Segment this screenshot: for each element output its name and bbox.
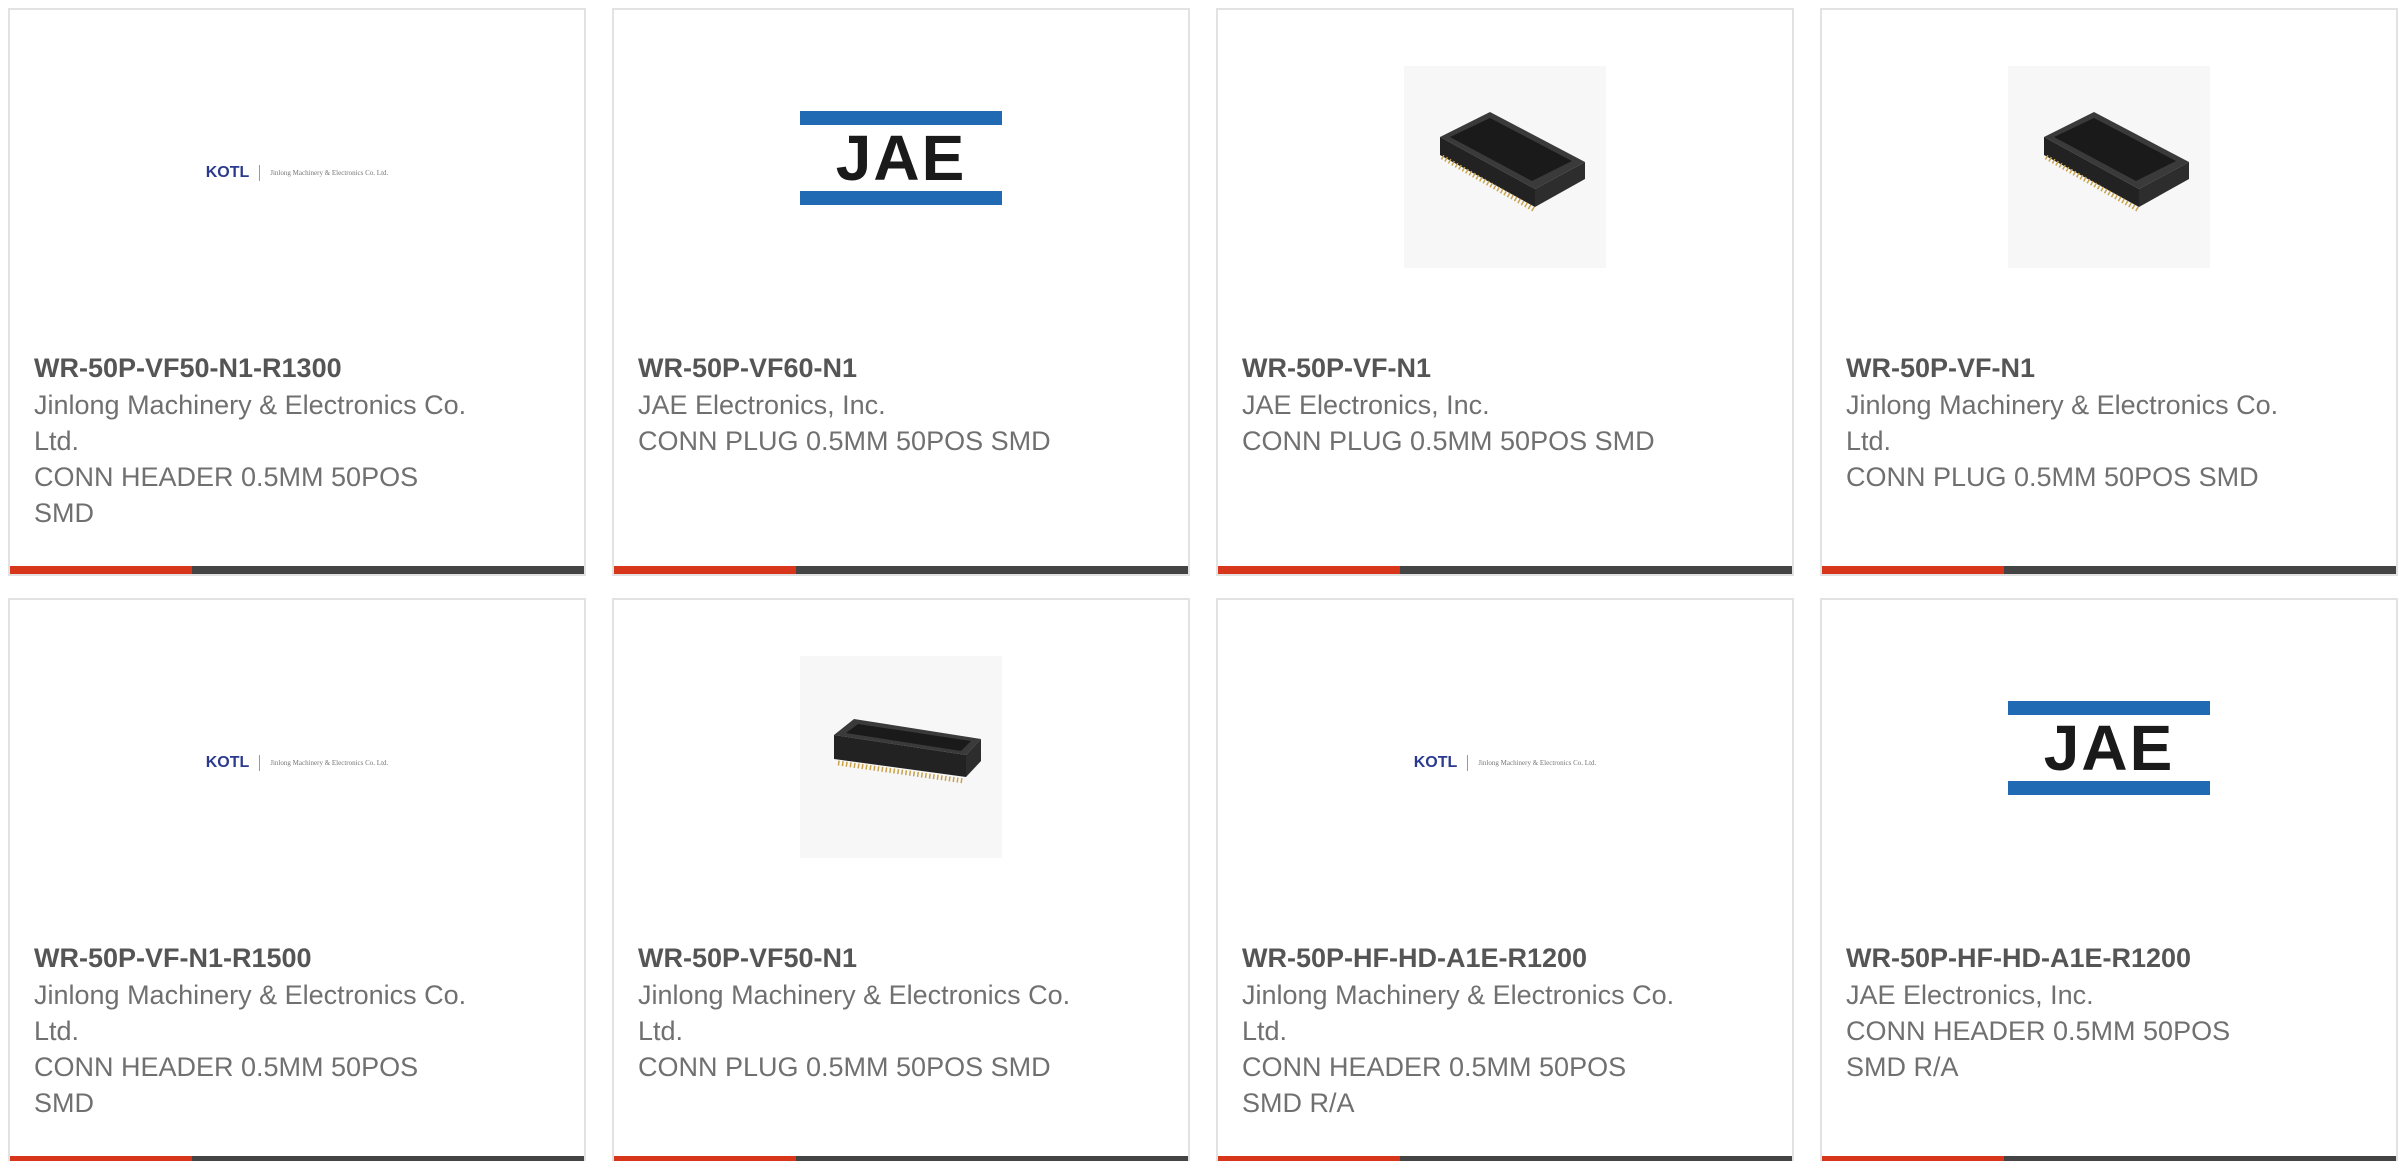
product-description: CONN HEADER 0.5MM 50POS SMD: [34, 462, 419, 528]
manufacturer-name: Jinlong Machinery & Electronics Co. Ltd.: [34, 390, 467, 456]
product-card[interactable]: WR-50P-VF-N1 Jinlong Machinery & Electro…: [1820, 8, 2398, 576]
product-card[interactable]: JAE WR-50P-VF60-N1 JAE Electronics, Inc.…: [612, 8, 1190, 576]
kotl-logo: KOTL Jinlong Machinery & Electronics Co.…: [1413, 754, 1597, 772]
product-info: WR-50P-VF50-N1 Jinlong Machinery & Elect…: [638, 940, 1078, 1085]
manufacturer-name: JAE Electronics, Inc.: [638, 390, 886, 420]
connector-photo: [800, 656, 1002, 858]
jae-logo: JAE: [2008, 701, 2210, 795]
manufacturer-name: JAE Electronics, Inc.: [1242, 390, 1490, 420]
connector-icon: [834, 719, 981, 784]
kotl-logo-name: Jinlong Machinery & Electronics Co. Ltd.: [270, 169, 389, 177]
product-grid: KOTL Jinlong Machinery & Electronics Co.…: [0, 0, 2400, 1161]
product-info: WR-50P-HF-HD-A1E-R1200 JAE Electronics, …: [1846, 940, 2286, 1085]
manufacturer-name: JAE Electronics, Inc.: [1846, 980, 2094, 1010]
part-number-link[interactable]: WR-50P-VF50-N1-R1300: [34, 350, 474, 387]
product-info: WR-50P-HF-HD-A1E-R1200 Jinlong Machinery…: [1242, 940, 1682, 1121]
kotl-logo-name: Jinlong Machinery & Electronics Co. Ltd.: [1478, 759, 1597, 767]
product-card[interactable]: WR-50P-VF-N1 JAE Electronics, Inc. CONN …: [1216, 8, 1794, 576]
connector-icon: [2044, 112, 2189, 213]
product-card[interactable]: JAE WR-50P-HF-HD-A1E-R1200 JAE Electroni…: [1820, 598, 2398, 1161]
part-number-link[interactable]: WR-50P-HF-HD-A1E-R1200: [1242, 940, 1682, 977]
product-image[interactable]: KOTL Jinlong Machinery & Electronics Co.…: [10, 10, 584, 346]
kotl-logo-mark: KOTL: [205, 164, 250, 181]
card-bottom-bar: [614, 1156, 1188, 1161]
connector-photo: [2008, 66, 2210, 268]
logo-divider: [259, 165, 261, 181]
logo-divider: [1467, 755, 1469, 771]
product-image[interactable]: JAE: [1822, 600, 2396, 936]
product-description: CONN PLUG 0.5MM 50POS SMD: [1846, 462, 2259, 492]
card-bottom-bar: [10, 1156, 584, 1161]
card-accent-bar: [10, 566, 192, 574]
kotl-logo-mark: KOTL: [1413, 754, 1458, 771]
connector-photo: [1404, 66, 1606, 268]
kotl-logo: KOTL Jinlong Machinery & Electronics Co.…: [205, 754, 389, 772]
product-card[interactable]: WR-50P-VF50-N1 Jinlong Machinery & Elect…: [612, 598, 1190, 1161]
product-image[interactable]: [1218, 10, 1792, 346]
card-bottom-bar: [1218, 1156, 1792, 1161]
product-description: CONN HEADER 0.5MM 50POS SMD R/A: [1242, 1052, 1627, 1118]
card-bottom-bar: [1822, 566, 2396, 574]
part-number-link[interactable]: WR-50P-VF-N1-R1500: [34, 940, 474, 977]
product-image[interactable]: KOTL Jinlong Machinery & Electronics Co.…: [1218, 600, 1792, 936]
kotl-logo-name: Jinlong Machinery & Electronics Co. Ltd.: [270, 759, 389, 767]
product-description: CONN HEADER 0.5MM 50POS SMD: [34, 1052, 419, 1118]
card-accent-bar: [10, 1156, 192, 1161]
product-image[interactable]: JAE: [614, 10, 1188, 346]
manufacturer-name: Jinlong Machinery & Electronics Co. Ltd.: [34, 980, 467, 1046]
product-description: CONN HEADER 0.5MM 50POS SMD R/A: [1846, 1016, 2231, 1082]
product-image[interactable]: KOTL Jinlong Machinery & Electronics Co.…: [10, 600, 584, 936]
kotl-logo-mark: KOTL: [205, 754, 250, 771]
product-description: CONN PLUG 0.5MM 50POS SMD: [1242, 426, 1655, 456]
manufacturer-name: Jinlong Machinery & Electronics Co. Ltd.: [638, 980, 1071, 1046]
part-number-link[interactable]: WR-50P-VF60-N1: [638, 350, 1078, 387]
product-card[interactable]: KOTL Jinlong Machinery & Electronics Co.…: [8, 8, 586, 576]
manufacturer-name: Jinlong Machinery & Electronics Co. Ltd.: [1846, 390, 2279, 456]
card-accent-bar: [1822, 566, 2004, 574]
product-info: WR-50P-VF-N1 JAE Electronics, Inc. CONN …: [1242, 350, 1682, 459]
part-number-link[interactable]: WR-50P-VF-N1: [1846, 350, 2286, 387]
card-accent-bar: [1218, 566, 1400, 574]
card-accent-bar: [1218, 1156, 1400, 1161]
logo-band: [800, 191, 1002, 205]
jae-logo-text: JAE: [2043, 712, 2175, 784]
part-number-link[interactable]: WR-50P-HF-HD-A1E-R1200: [1846, 940, 2286, 977]
product-image[interactable]: [1822, 10, 2396, 346]
product-info: WR-50P-VF60-N1 JAE Electronics, Inc. CON…: [638, 350, 1078, 459]
jae-logo: JAE: [800, 111, 1002, 205]
card-bottom-bar: [1822, 1156, 2396, 1161]
product-card[interactable]: KOTL Jinlong Machinery & Electronics Co.…: [1216, 598, 1794, 1161]
card-accent-bar: [614, 1156, 796, 1161]
card-accent-bar: [614, 566, 796, 574]
product-info: WR-50P-VF50-N1-R1300 Jinlong Machinery &…: [34, 350, 474, 531]
product-description: CONN PLUG 0.5MM 50POS SMD: [638, 1052, 1051, 1082]
card-accent-bar: [1822, 1156, 2004, 1161]
kotl-logo: KOTL Jinlong Machinery & Electronics Co.…: [205, 164, 389, 182]
logo-band: [2008, 781, 2210, 795]
product-card[interactable]: KOTL Jinlong Machinery & Electronics Co.…: [8, 598, 586, 1161]
card-bottom-bar: [10, 566, 584, 574]
product-image[interactable]: [614, 600, 1188, 936]
card-bottom-bar: [1218, 566, 1792, 574]
product-description: CONN PLUG 0.5MM 50POS SMD: [638, 426, 1051, 456]
logo-divider: [259, 755, 261, 771]
part-number-link[interactable]: WR-50P-VF-N1: [1242, 350, 1682, 387]
jae-logo-text: JAE: [835, 122, 967, 194]
product-info: WR-50P-VF-N1-R1500 Jinlong Machinery & E…: [34, 940, 474, 1121]
connector-icon: [1440, 112, 1585, 213]
card-bottom-bar: [614, 566, 1188, 574]
product-info: WR-50P-VF-N1 Jinlong Machinery & Electro…: [1846, 350, 2286, 495]
part-number-link[interactable]: WR-50P-VF50-N1: [638, 940, 1078, 977]
manufacturer-name: Jinlong Machinery & Electronics Co. Ltd.: [1242, 980, 1675, 1046]
